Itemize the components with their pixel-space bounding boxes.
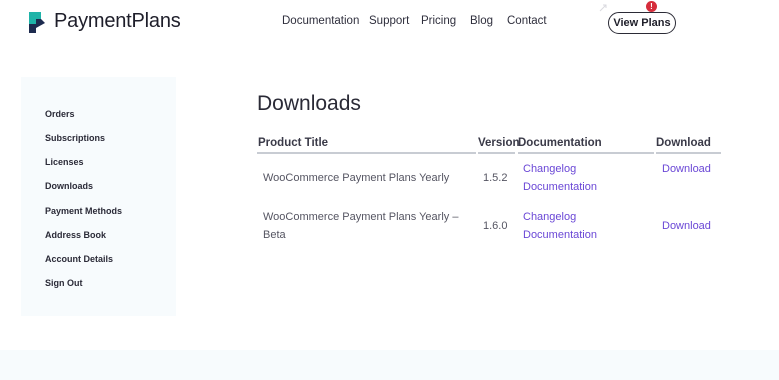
sidebar-item-address-book[interactable]: Address Book — [45, 230, 106, 240]
version: 1.5.2 — [483, 172, 508, 184]
header-divider — [478, 152, 515, 154]
nav-contact[interactable]: Contact — [507, 15, 547, 27]
sidebar-item-sign-out[interactable]: Sign Out — [45, 278, 83, 288]
link-icon — [599, 4, 607, 12]
changelog-link[interactable]: Changelog — [523, 160, 576, 178]
documentation-link[interactable]: Documentation — [523, 178, 597, 196]
sidebar-item-orders[interactable]: Orders — [45, 109, 75, 119]
sidebar-item-payment-methods[interactable]: Payment Methods — [45, 206, 122, 216]
header-divider — [257, 152, 476, 154]
column-header-version: Version — [478, 137, 520, 149]
sidebar-item-licenses[interactable]: Licenses — [45, 157, 84, 167]
product-title: WooCommerce Payment Plans Yearly – — [263, 211, 459, 223]
brand-name[interactable]: PaymentPlans — [54, 10, 181, 33]
nav-blog[interactable]: Blog — [470, 15, 493, 27]
sidebar-item-downloads[interactable]: Downloads — [45, 181, 93, 191]
payment-plans-logo-icon[interactable] — [27, 10, 47, 35]
nav-pricing[interactable]: Pricing — [421, 15, 456, 27]
product-title-line2: Beta — [263, 229, 286, 241]
view-plans-button[interactable]: View Plans — [608, 12, 676, 34]
product-title: WooCommerce Payment Plans Yearly — [263, 172, 450, 184]
notification-badge[interactable]: ! — [646, 1, 657, 12]
header-divider — [656, 152, 721, 154]
site-header: PaymentPlans Documentation Support Prici… — [0, 0, 779, 46]
version: 1.6.0 — [483, 220, 508, 232]
changelog-link[interactable]: Changelog — [523, 208, 576, 226]
sidebar-item-account-details[interactable]: Account Details — [45, 254, 113, 264]
column-header-documentation: Documentation — [518, 137, 602, 149]
nav-documentation[interactable]: Documentation — [282, 15, 359, 27]
footer-band — [0, 350, 779, 380]
download-link[interactable]: Download — [662, 160, 711, 178]
column-header-download: Download — [656, 137, 711, 149]
account-sidebar: Orders Subscriptions Licenses Downloads … — [21, 77, 176, 316]
page-title: Downloads — [257, 92, 361, 115]
documentation-link[interactable]: Documentation — [523, 226, 597, 244]
column-header-product-title: Product Title — [258, 137, 329, 149]
download-link[interactable]: Download — [662, 217, 711, 235]
header-divider — [518, 152, 654, 154]
sidebar-item-subscriptions[interactable]: Subscriptions — [45, 133, 105, 143]
nav-support[interactable]: Support — [369, 15, 409, 27]
